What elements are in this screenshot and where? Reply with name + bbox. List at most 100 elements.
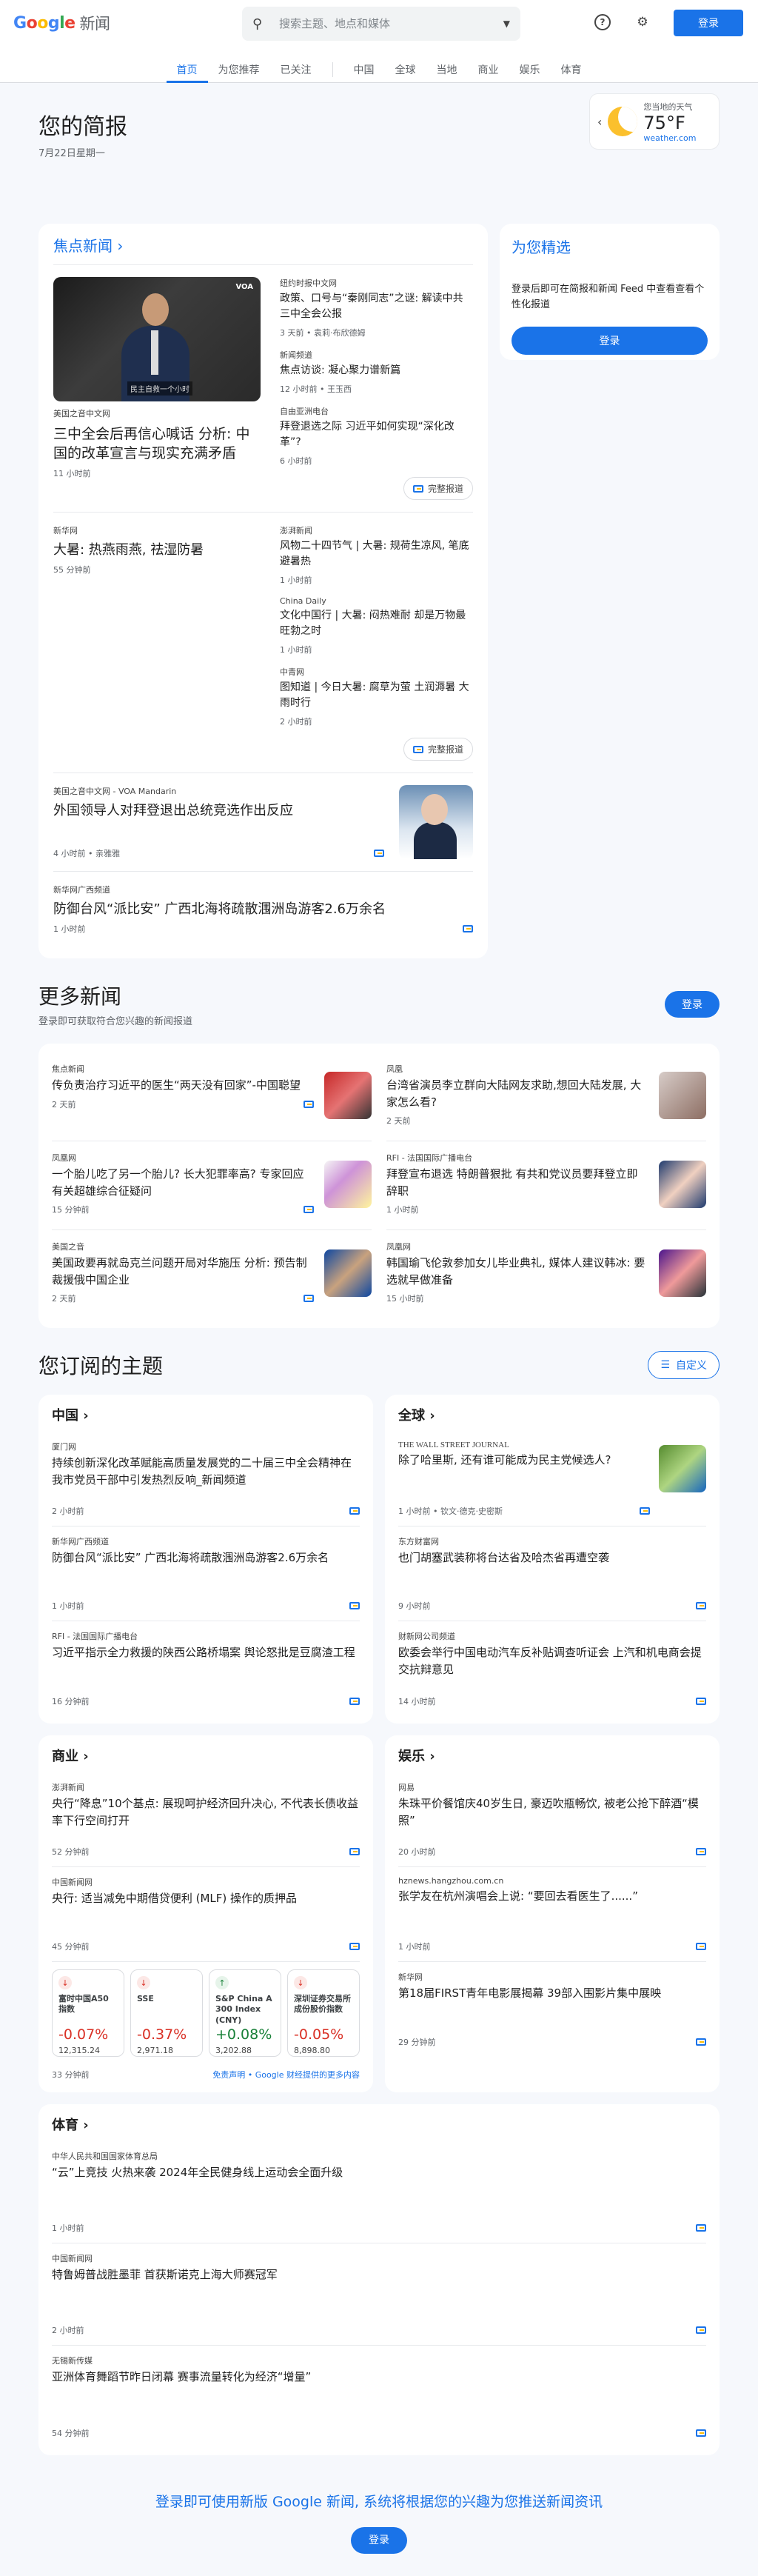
chevron-down-icon[interactable]: ▼ [503, 19, 510, 29]
gear-icon[interactable]: ⚙ [634, 13, 651, 31]
story-headline[interactable]: 一个胎儿吃了另一个胎儿? 长大犯罪率高? 专家回应有关超雄综合征疑问 [52, 1166, 314, 1199]
tab-following[interactable]: 已关注 [270, 55, 322, 83]
full-coverage-icon[interactable] [696, 1848, 706, 1856]
video-thumbnail[interactable]: VOA 民主自救一个小时 [53, 277, 261, 401]
story-headline[interactable]: 欧委会举行中国电动汽车反补贴调查听证会 上汽和机电商会提交抗辩意见 [398, 1644, 706, 1678]
story-thumbnail[interactable] [659, 1072, 706, 1120]
story-headline[interactable]: 韩国瑜飞伦敦参加女儿毕业典礼, 媒体人建议韩冰: 要选就早做准备 [386, 1255, 648, 1288]
full-coverage-icon[interactable] [696, 1698, 706, 1706]
full-coverage-button[interactable]: 完整报道 [403, 738, 473, 761]
full-coverage-icon[interactable] [696, 1943, 706, 1951]
tab-sports[interactable]: 体育 [551, 55, 592, 83]
story-headline[interactable]: 也门胡塞武装称将台达省及哈杰省再遭空袭 [398, 1549, 706, 1566]
story-thumbnail[interactable] [324, 1161, 372, 1209]
full-coverage-icon[interactable] [303, 1206, 314, 1214]
story-headline[interactable]: 外国领导人对拜登退出总统竞选作出反应 [53, 801, 384, 820]
story-headline[interactable]: 央行“降息”10个基点: 展现呵护经济回升决心, 不代表长债收益率下行空间打开 [52, 1795, 360, 1829]
story-headline[interactable]: 习近平指示全力救援的陕西公路桥塌案 舆论怒批是豆腐渣工程 [52, 1644, 360, 1661]
help-icon[interactable]: ? [594, 13, 611, 31]
topic-title[interactable]: 体育 › [52, 2115, 706, 2141]
story-headline[interactable]: 三中全会后再信心喊话 分析: 中国的改革宣言与现实充满矛盾 [53, 425, 261, 463]
story-headline[interactable]: 焦点访谈: 凝心聚力谱新篇 [280, 363, 473, 378]
story-headline[interactable]: 亚洲体育舞蹈节昨日闭幕 赛事流量转化为经济“增量” [52, 2369, 706, 2386]
full-coverage-icon[interactable] [696, 2038, 706, 2046]
tab-home[interactable]: 首页 [166, 55, 208, 83]
full-coverage-button[interactable]: 完整报道 [403, 477, 473, 500]
full-coverage-icon[interactable] [349, 1848, 360, 1856]
topic-title[interactable]: 娱乐 › [398, 1746, 706, 1772]
story-meta-text: 1 小时前 [386, 1205, 419, 1215]
story-headline[interactable]: 防御台风“派比安” 广西北海将疏散涠洲岛游客2.6万余名 [52, 1549, 360, 1566]
story-headline[interactable]: 朱珠平价餐馆庆40岁生日, 豪迈吹瓶畅饮, 被老公抢下醉酒“模照” [398, 1795, 706, 1829]
story-thumbnail[interactable] [659, 1249, 706, 1298]
weather-source-link[interactable]: weather.com [643, 133, 696, 143]
full-coverage-icon[interactable] [349, 1698, 360, 1706]
market-tile[interactable]: ↓ SSE -0.37% 2,971.18 [130, 1969, 203, 2058]
full-coverage-icon[interactable] [463, 925, 473, 933]
market-tile[interactable]: ↓ 富时中国A50 指数 -0.07% 12,315.24 [52, 1969, 124, 2058]
full-coverage-icon [412, 745, 423, 753]
full-coverage-icon[interactable] [374, 850, 384, 857]
story-headline[interactable]: 拜登宣布退选 特朗普狠批 有共和党议员要拜登立即辞职 [386, 1166, 648, 1199]
story-headline[interactable]: 文化中国行 | 大暑: 闷热难耐 却是万物最旺勃之时 [280, 608, 473, 639]
tab-china[interactable]: 中国 [343, 55, 385, 83]
search-box[interactable]: ⚲ ▼ [242, 7, 520, 41]
finance-disclaimer-link[interactable]: 免责声明 • Google 财经提供的更多内容 [212, 2069, 360, 2081]
picks-login-button[interactable]: 登录 [512, 326, 708, 355]
more-news-login-button[interactable]: 登录 [665, 990, 720, 1018]
full-coverage-icon[interactable] [349, 1943, 360, 1951]
story-headline[interactable]: 政策、口号与“秦刚同志”之谜: 解读中共三中全会公报 [280, 291, 473, 322]
search-icon[interactable]: ⚲ [252, 16, 270, 32]
full-coverage-icon[interactable] [640, 1507, 650, 1515]
story-headline[interactable]: 张学友在杭州演唱会上说: “要回去看医生了......” [398, 1888, 706, 1905]
story-thumbnail[interactable] [399, 785, 473, 859]
story-headline[interactable]: 图知道 | 今日大暑: 腐草为萤 土润溽暑 大雨时行 [280, 680, 473, 711]
full-coverage-icon[interactable] [696, 2224, 706, 2232]
market-tile[interactable]: ↓ 深圳证券交易所成份股价指数 -0.05% 8,898.80 [287, 1969, 360, 2058]
story-headline[interactable]: 持续创新深化改革赋能高质量发展党的二十届三中全会精神在我市党员干部中引发热烈反响… [52, 1455, 360, 1488]
footer-login-button[interactable]: 登录 [351, 2527, 407, 2555]
story-headline[interactable]: 美国政要再就岛克兰问题开局对华施压 分析: 预告制裁援俄中国企业 [52, 1255, 314, 1288]
customize-button[interactable]: ☰ 自定义 [648, 1351, 720, 1380]
search-input[interactable] [279, 17, 503, 30]
story-headline[interactable]: 央行: 适当减免中期借贷便利 (MLF) 操作的质押品 [52, 1890, 360, 1907]
market-tile[interactable]: ↑ S&P China A 300 Index (CNY) +0.08% 3,202.… [209, 1969, 281, 2058]
full-coverage-icon[interactable] [696, 1602, 706, 1610]
chevron-left-icon[interactable]: ‹ [597, 115, 602, 129]
full-coverage-icon[interactable] [303, 1100, 314, 1108]
story-headline[interactable]: 风物二十四节气 | 大暑: 规荷生凉风, 笔底避暑热 [280, 538, 473, 570]
story-headline[interactable]: 大暑: 热燕雨燕, 祛湿防暑 [53, 541, 261, 559]
tab-world[interactable]: 全球 [385, 55, 426, 83]
top-stories-title[interactable]: 焦点新闻 › [53, 224, 473, 265]
topic-title[interactable]: 全球 › [398, 1405, 706, 1432]
login-button[interactable]: 登录 [674, 10, 743, 36]
tab-business[interactable]: 商业 [468, 55, 509, 83]
story-meta: 1 小时前 [386, 1204, 648, 1215]
story-item: China Daily 文化中国行 | 大暑: 闷热难耐 却是万物最旺勃之时 1… [280, 596, 473, 655]
story-headline[interactable]: 特鲁姆普战胜墨菲 首获斯诺克上海大师赛冠军 [52, 2266, 706, 2283]
weather-widget[interactable]: ‹ 您当地的天气 75°F weather.com [589, 93, 720, 150]
story-thumbnail[interactable] [659, 1445, 706, 1493]
full-coverage-icon[interactable] [349, 1602, 360, 1610]
story-thumbnail[interactable] [659, 1161, 706, 1209]
full-coverage-icon[interactable] [349, 1507, 360, 1515]
topic-title[interactable]: 中国 › [52, 1405, 360, 1432]
tab-local[interactable]: 当地 [426, 55, 468, 83]
tab-entertainment[interactable]: 娱乐 [509, 55, 551, 83]
topic-title[interactable]: 商业 › [52, 1746, 360, 1772]
full-coverage-icon[interactable] [303, 1295, 314, 1303]
story-headline[interactable]: 第18届FIRST青年电影展揭幕 39部入围影片集中展映 [398, 1985, 706, 2002]
full-coverage-icon[interactable] [696, 2429, 706, 2437]
story-thumbnail[interactable] [324, 1072, 372, 1120]
story-headline[interactable]: 台湾省演员李立群向大陆网友求助,想回大陆发展, 大家怎么看? [386, 1077, 648, 1110]
story-headline[interactable]: 除了哈里斯, 还有谁可能成为民主党候选人? [398, 1452, 650, 1469]
google-news-logo[interactable]: Google 新闻 [13, 12, 110, 34]
story-headline[interactable]: 传负责治疗习近平的医生“两天没有回家”-中国聪望 [52, 1077, 314, 1094]
story-thumbnail[interactable] [324, 1249, 372, 1298]
story-headline[interactable]: 防御台风“派比安” 广西北海将疏散涠洲岛游客2.6万余名 [53, 900, 473, 918]
tab-for-you[interactable]: 为您推荐 [208, 55, 270, 83]
list-item: RFI - 法国国际广播电台 习近平指示全力救援的陕西公路桥塌案 舆论怒批是豆腐渣… [52, 1621, 360, 1716]
full-coverage-icon[interactable] [696, 2326, 706, 2335]
story-headline[interactable]: 拜登退选之际 习近平如何实现“深化改革”? [280, 419, 473, 450]
story-headline[interactable]: “云”上竞技 火热来袭 2024年全民健身线上运动会全面升级 [52, 2164, 706, 2181]
